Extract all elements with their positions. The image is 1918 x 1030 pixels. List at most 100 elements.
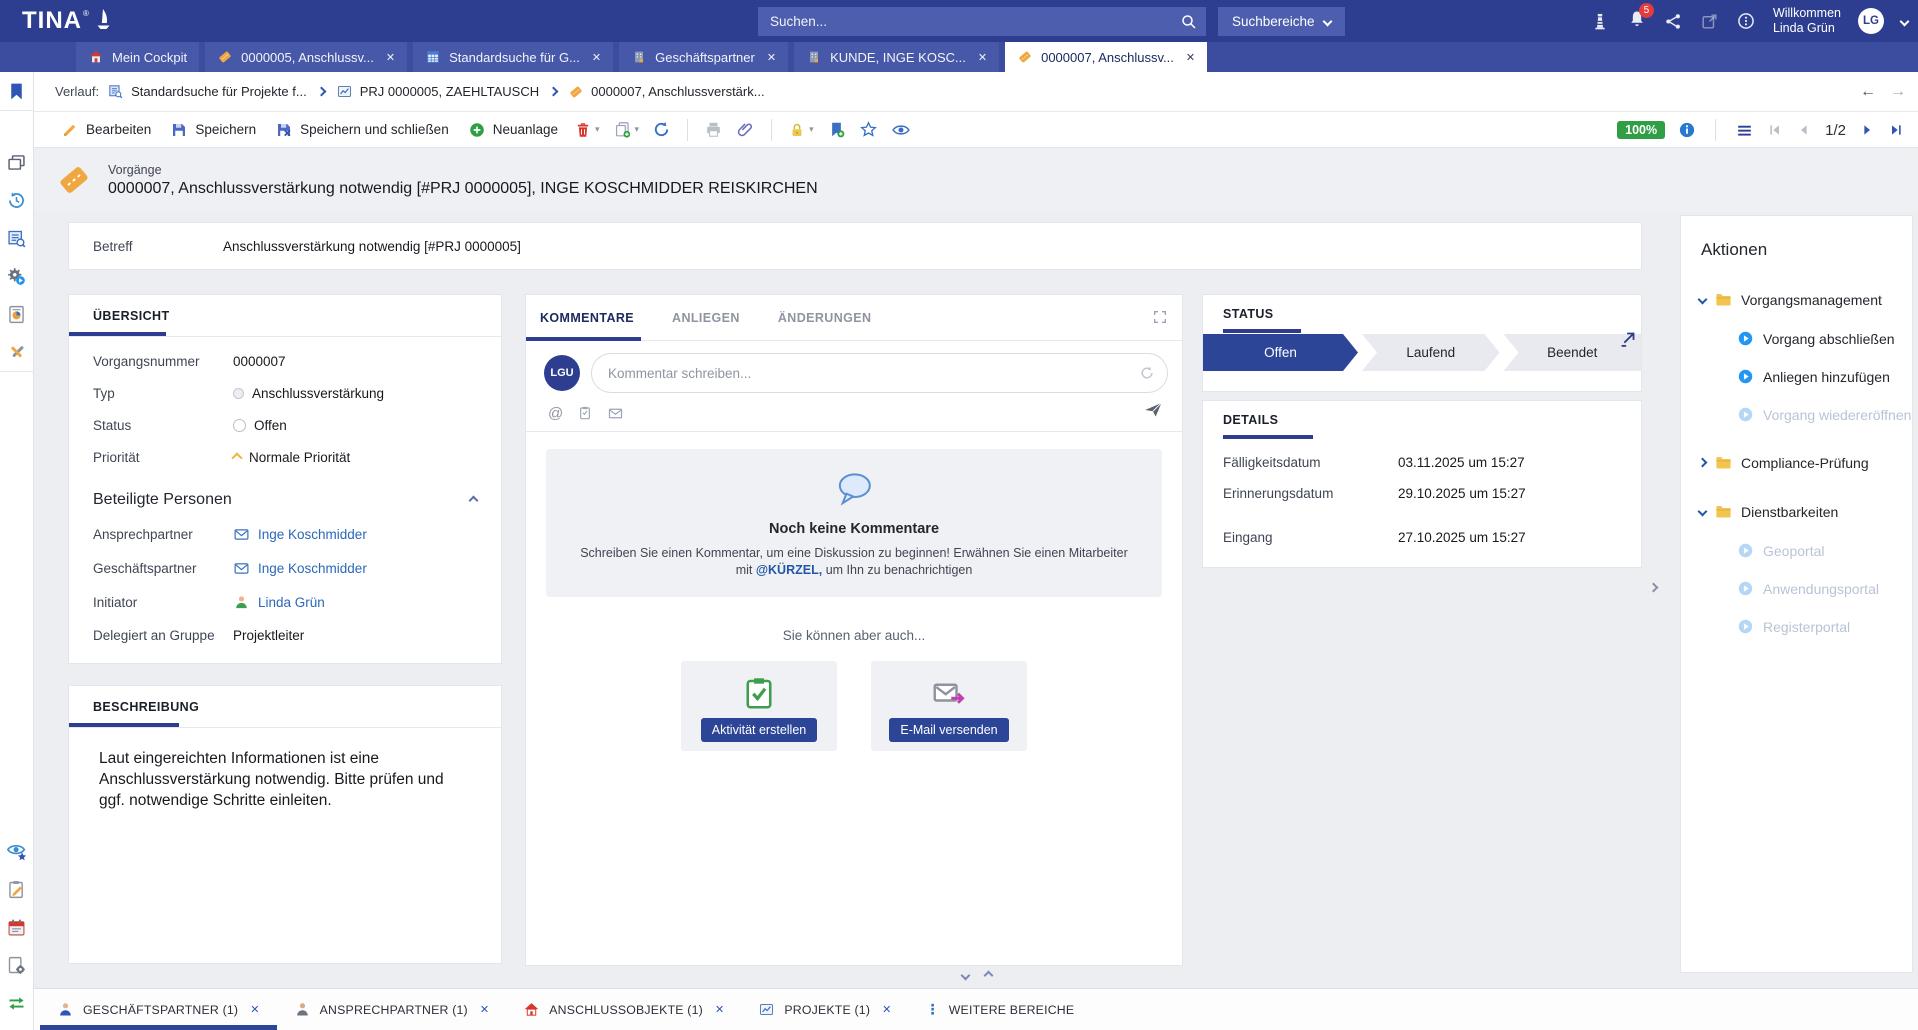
- report-search-button[interactable]: [0, 219, 34, 257]
- duplicate-button[interactable]: ▾: [610, 116, 643, 143]
- reports-button[interactable]: [0, 295, 34, 333]
- close-icon[interactable]: ✕: [1186, 51, 1195, 64]
- edit-button[interactable]: Bearbeiten: [55, 117, 157, 143]
- send-email-button[interactable]: E-Mail versenden: [889, 718, 1008, 742]
- automation-button[interactable]: [0, 257, 34, 295]
- close-icon[interactable]: ✕: [715, 1003, 724, 1016]
- user-menu-chevron-icon[interactable]: [1900, 16, 1910, 26]
- refresh-button[interactable]: [649, 116, 674, 143]
- lighthouse-icon[interactable]: [1590, 11, 1610, 31]
- calendar-button[interactable]: [0, 908, 34, 946]
- mention-icon[interactable]: @: [548, 405, 563, 422]
- watch-button[interactable]: [888, 116, 914, 144]
- share-icon[interactable]: [1664, 12, 1683, 31]
- close-icon[interactable]: ✕: [767, 51, 776, 64]
- tab-anliegen[interactable]: ANLIEGEN: [672, 311, 740, 325]
- action-group-compliance[interactable]: Compliance-Prüfung: [1681, 453, 1912, 472]
- create-activity-button[interactable]: Aktivität erstellen: [701, 718, 817, 742]
- notes-button[interactable]: [0, 870, 34, 908]
- breadcrumb-item-search[interactable]: Standardsuche für Projekte f...: [107, 83, 307, 100]
- bottom-tab-weitere-bereiche[interactable]: ⋮ WEITERE BEREICHE: [909, 989, 1092, 1030]
- breadcrumb-item-projekt[interactable]: PRJ 0000005, ZAEHLTAUSCH: [336, 83, 539, 100]
- tab-geschaeftspartner[interactable]: Geschäftspartner ✕: [619, 42, 788, 72]
- new-record-button[interactable]: Neuanlage: [462, 117, 564, 143]
- comment-input[interactable]: [608, 366, 1139, 381]
- refresh-icon[interactable]: [1139, 365, 1155, 381]
- tools-button[interactable]: [0, 333, 34, 371]
- tab-aenderungen[interactable]: ÄNDERUNGEN: [778, 311, 872, 325]
- save-button[interactable]: Speichern: [164, 117, 262, 143]
- favorite-button[interactable]: [856, 116, 881, 143]
- delete-dropdown-caret[interactable]: ▾: [595, 124, 600, 135]
- action-group-dienstbarkeiten[interactable]: Dienstbarkeiten: [1681, 502, 1912, 521]
- bottom-tab-projekte[interactable]: PROJEKTE (1) ✕: [741, 989, 908, 1030]
- close-icon[interactable]: ✕: [386, 51, 395, 64]
- person-link[interactable]: Linda Grün: [258, 595, 325, 610]
- search-scope-button[interactable]: Suchbereiche: [1218, 7, 1345, 36]
- tab-uebersicht[interactable]: ÜBERSICHT: [93, 309, 501, 323]
- chevron-down-icon[interactable]: [961, 971, 971, 981]
- last-page-icon[interactable]: [1888, 122, 1904, 138]
- bookmark-add-button[interactable]: [824, 116, 849, 143]
- notifications-button[interactable]: 5: [1627, 9, 1647, 34]
- history-back-button[interactable]: ←: [1860, 83, 1876, 101]
- bookmarks-button[interactable]: [0, 72, 34, 110]
- envelope-icon[interactable]: [607, 405, 624, 422]
- delete-button[interactable]: ▾: [571, 117, 603, 143]
- tab-standardsuche[interactable]: Standardsuche für G... ✕: [413, 42, 613, 72]
- previous-page-icon[interactable]: [1796, 122, 1812, 138]
- watchlist-button[interactable]: [0, 832, 34, 870]
- tab-vorgang-0000007-active[interactable]: 0000007, Anschlussv... ✕: [1005, 42, 1207, 72]
- task-clipboard-icon[interactable]: [577, 405, 593, 421]
- duplicate-dropdown-caret[interactable]: ▾: [635, 124, 640, 135]
- action-anliegen-hinzufuegen[interactable]: Anliegen hinzufügen: [1681, 368, 1912, 385]
- document-settings-button[interactable]: [0, 946, 34, 984]
- close-icon[interactable]: ✕: [882, 1003, 891, 1016]
- windows-button[interactable]: [0, 143, 34, 181]
- external-link-icon[interactable]: [1700, 12, 1719, 31]
- info-icon[interactable]: [1678, 121, 1696, 139]
- status-step-offen[interactable]: Offen: [1203, 334, 1358, 371]
- breadcrumb-item-vorgang[interactable]: 0000007, Anschlussverstärk...: [568, 84, 764, 100]
- send-email-card[interactable]: E-Mail versenden: [871, 661, 1027, 751]
- collapse-chevron-icon[interactable]: [469, 495, 479, 505]
- action-group-vorgangsmanagement[interactable]: Vorgangsmanagement: [1681, 290, 1912, 309]
- status-step-laufend[interactable]: Laufend: [1362, 334, 1500, 371]
- person-link[interactable]: Inge Koschmidder: [258, 527, 367, 542]
- close-icon[interactable]: ✕: [592, 51, 601, 64]
- bottom-tab-anschlussobjekte[interactable]: ANSCHLUSSOBJEKTE (1) ✕: [506, 989, 741, 1030]
- create-activity-card[interactable]: Aktivität erstellen: [681, 661, 837, 751]
- sidebar-collapse-handle[interactable]: [1650, 578, 1657, 596]
- bottom-tab-ansprechpartner[interactable]: ANSPRECHPARTNER (1) ✕: [277, 989, 507, 1030]
- transfer-button[interactable]: [0, 984, 34, 1022]
- global-search[interactable]: [758, 7, 1206, 36]
- fullscreen-icon[interactable]: [1152, 309, 1168, 325]
- tab-kommentare[interactable]: KOMMENTARE: [540, 311, 634, 325]
- menu-icon[interactable]: [1735, 121, 1754, 140]
- tab-kunde-inge[interactable]: KUNDE, INGE KOSC... ✕: [794, 42, 999, 72]
- expand-diagonal-icon[interactable]: [1617, 328, 1639, 350]
- close-icon[interactable]: ✕: [480, 1003, 489, 1016]
- print-button[interactable]: [701, 116, 726, 143]
- comment-input-wrapper[interactable]: [591, 353, 1168, 393]
- person-link[interactable]: Inge Koschmidder: [258, 561, 367, 576]
- attachment-button[interactable]: [733, 116, 758, 143]
- save-close-button[interactable]: Speichern und schließen: [269, 117, 455, 143]
- action-vorgang-abschliessen[interactable]: Vorgang abschließen: [1681, 330, 1912, 347]
- tab-vorgang-0000005[interactable]: 0000005, Anschlussv... ✕: [205, 42, 407, 72]
- history-forward-button[interactable]: →: [1890, 83, 1906, 101]
- tab-beschreibung[interactable]: BESCHREIBUNG: [93, 700, 501, 714]
- tab-mein-cockpit[interactable]: Mein Cockpit: [76, 42, 199, 72]
- chevron-up-icon[interactable]: [984, 971, 994, 981]
- next-page-icon[interactable]: [1859, 122, 1875, 138]
- search-icon[interactable]: [1180, 13, 1198, 31]
- bottom-tab-geschaeftspartner[interactable]: GESCHÄFTSPARTNER (1) ✕: [40, 989, 277, 1030]
- close-icon[interactable]: ✕: [978, 51, 987, 64]
- send-icon[interactable]: [1143, 399, 1164, 420]
- history-button[interactable]: [0, 181, 34, 219]
- lock-dropdown-caret[interactable]: ▾: [809, 124, 814, 135]
- first-page-icon[interactable]: [1767, 122, 1783, 138]
- search-input[interactable]: [770, 14, 1180, 29]
- close-icon[interactable]: ✕: [250, 1003, 259, 1016]
- more-options-icon[interactable]: [1736, 11, 1756, 31]
